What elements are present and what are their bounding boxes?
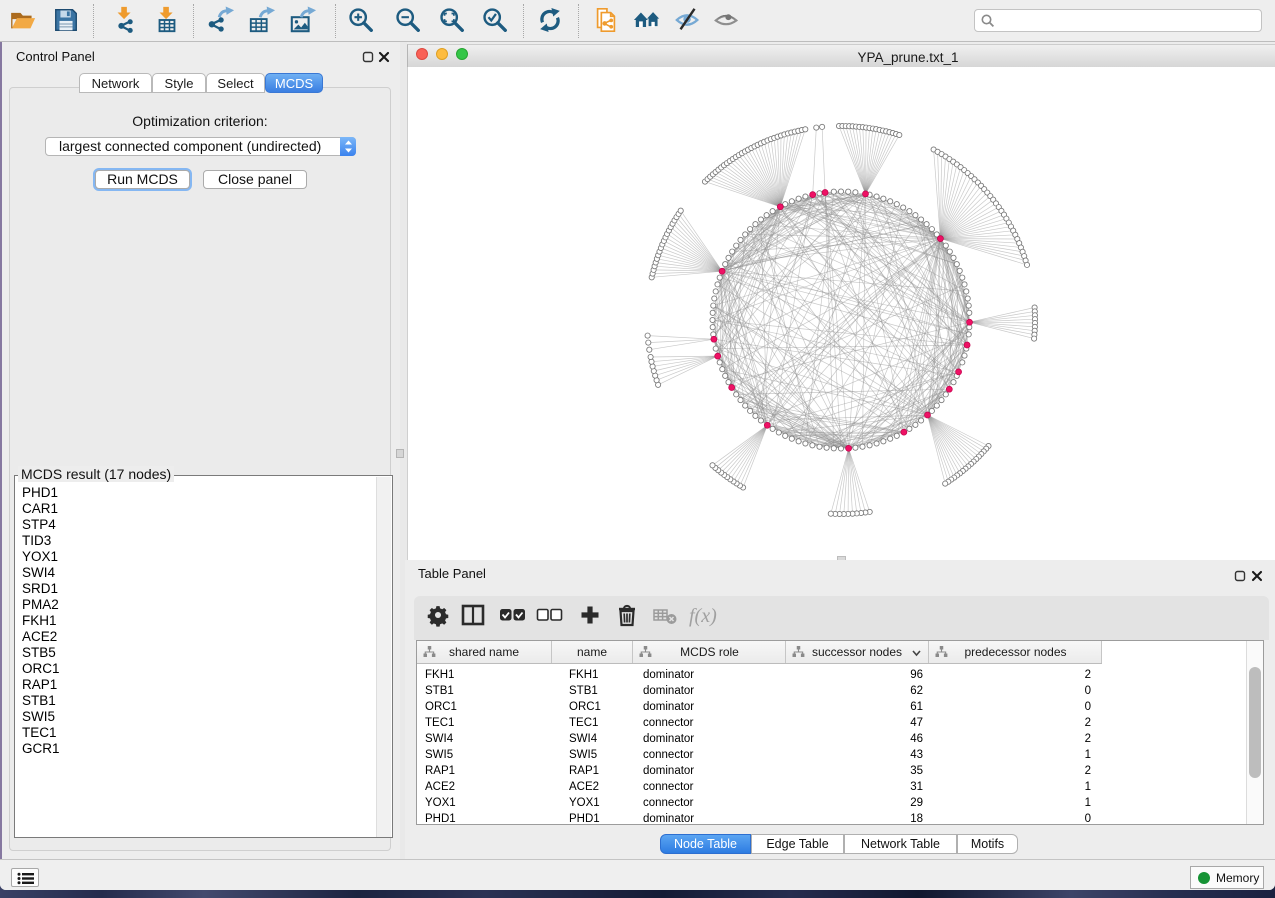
svg-text:f(x): f(x) bbox=[689, 605, 717, 627]
